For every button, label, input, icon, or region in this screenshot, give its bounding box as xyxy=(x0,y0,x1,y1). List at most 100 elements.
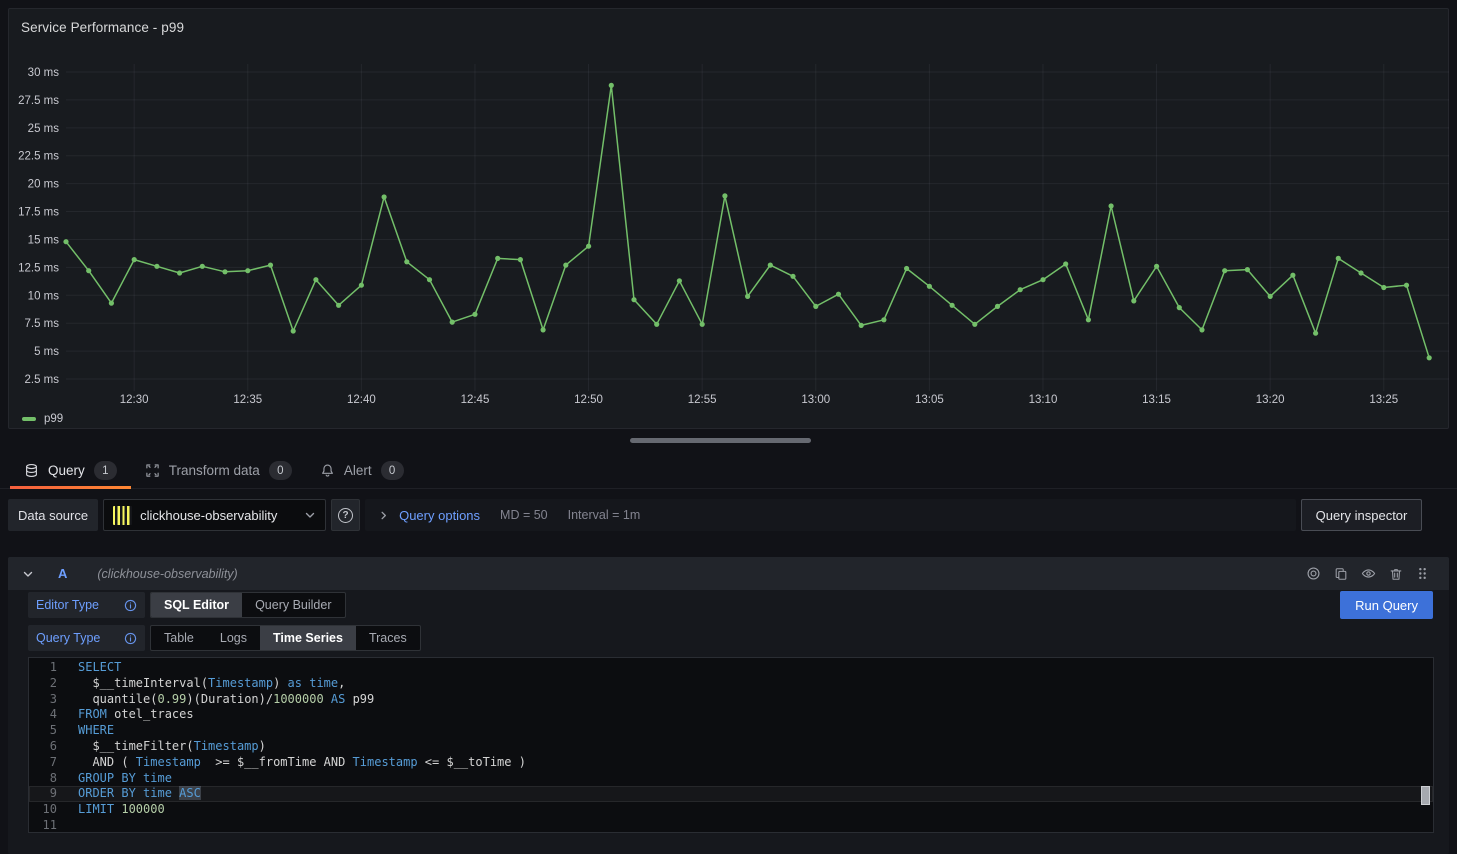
data-point xyxy=(586,244,591,249)
tab-alert-label: Alert xyxy=(344,463,372,478)
query-row-header[interactable]: A (clickhouse-observability) xyxy=(8,557,1449,590)
delete-query-trash-icon[interactable] xyxy=(1389,567,1403,581)
code-line-8[interactable]: 8GROUP BY time xyxy=(29,771,1433,787)
tab-transform-data[interactable]: Transform data 0 xyxy=(131,453,306,488)
data-point xyxy=(995,304,1000,309)
code-line-2[interactable]: 2 $__timeInterval(Timestamp) as time, xyxy=(29,676,1433,692)
line-number: 3 xyxy=(29,692,57,708)
line-number: 1 xyxy=(29,660,57,676)
data-point xyxy=(836,292,841,297)
data-point xyxy=(813,304,818,309)
tab-query[interactable]: Query 1 xyxy=(10,453,131,488)
datasource-row: Data source clickhouse-observability ? Q… xyxy=(8,499,1422,531)
editor-tabs: Query 1 Transform data 0 Alert 0 xyxy=(0,453,1457,489)
data-point xyxy=(1131,298,1136,303)
code-line-4[interactable]: 4FROM otel_traces xyxy=(29,707,1433,723)
editor-type-label-text: Editor Type xyxy=(36,598,99,612)
data-point xyxy=(109,301,114,306)
disable-query-icon[interactable] xyxy=(1306,566,1321,581)
help-icon: ? xyxy=(338,508,353,523)
query-type-group-option-time-series[interactable]: Time Series xyxy=(260,626,356,650)
data-point xyxy=(222,269,227,274)
data-point xyxy=(1313,331,1318,336)
drag-handle-icon[interactable] xyxy=(1416,567,1429,580)
y-tick-label: 2.5 ms xyxy=(24,374,59,386)
data-point xyxy=(359,283,364,288)
code-line-content: quantile(0.99)(Duration)/1000000 AS p99 xyxy=(57,692,374,708)
datasource-select[interactable]: clickhouse-observability xyxy=(103,499,326,531)
line-number: 2 xyxy=(29,676,57,692)
code-line-10[interactable]: 10LIMIT 100000 xyxy=(29,802,1433,818)
datasource-help-button[interactable]: ? xyxy=(331,499,360,531)
query-type-group-option-table[interactable]: Table xyxy=(151,626,207,650)
data-point xyxy=(200,264,205,269)
line-number: 11 xyxy=(29,818,57,833)
data-point xyxy=(472,312,477,317)
x-tick-label: 13:20 xyxy=(1256,394,1285,406)
editor-type-group-option-sql-editor[interactable]: SQL Editor xyxy=(151,593,242,617)
chevron-right-icon[interactable] xyxy=(378,510,389,521)
data-point xyxy=(1040,277,1045,282)
query-options-link[interactable]: Query options xyxy=(399,508,480,523)
x-tick-label: 13:15 xyxy=(1142,394,1171,406)
data-point xyxy=(86,268,91,273)
query-ref-id[interactable]: A xyxy=(58,566,67,581)
tab-transform-label: Transform data xyxy=(169,463,260,478)
tab-alert-count: 0 xyxy=(381,461,404,480)
data-point xyxy=(518,257,523,262)
data-point xyxy=(1154,264,1159,269)
code-line-7[interactable]: 7 AND ( Timestamp >= $__fromTime AND Tim… xyxy=(29,755,1433,771)
timeseries-panel: Service Performance - p99 30 ms27.5 ms25… xyxy=(8,8,1449,429)
tab-alert[interactable]: Alert 0 xyxy=(306,453,418,488)
data-point xyxy=(563,263,568,268)
code-line-5[interactable]: 5WHERE xyxy=(29,723,1433,739)
hide-response-eye-icon[interactable] xyxy=(1361,566,1376,581)
data-point xyxy=(63,239,68,244)
sql-code[interactable]: 1SELECT2 $__timeInterval(Timestamp) as t… xyxy=(29,658,1433,833)
code-line-9[interactable]: 9ORDER BY time ASC xyxy=(29,786,1433,802)
code-line-1[interactable]: 1SELECT xyxy=(29,660,1433,676)
duplicate-query-icon[interactable] xyxy=(1334,567,1348,581)
data-point xyxy=(972,322,977,327)
data-point xyxy=(1381,285,1386,290)
sql-code-editor[interactable]: 1SELECT2 $__timeInterval(Timestamp) as t… xyxy=(28,657,1434,833)
line-number: 9 xyxy=(29,786,57,802)
y-tick-label: 17.5 ms xyxy=(18,207,59,219)
data-point xyxy=(154,264,159,269)
query-type-group-option-logs[interactable]: Logs xyxy=(207,626,260,650)
code-line-content: FROM otel_traces xyxy=(57,707,194,723)
chart-legend[interactable]: p99 xyxy=(22,413,63,425)
timeseries-chart[interactable]: 30 ms27.5 ms25 ms22.5 ms20 ms17.5 ms15 m… xyxy=(9,9,1450,430)
collapse-chevron-icon[interactable] xyxy=(22,568,34,580)
editor-type-group-option-query-builder[interactable]: Query Builder xyxy=(242,593,344,617)
x-tick-label: 12:35 xyxy=(233,394,262,406)
data-point xyxy=(268,263,273,268)
info-icon[interactable] xyxy=(124,599,137,612)
data-point xyxy=(1404,283,1409,288)
y-tick-label: 25 ms xyxy=(28,123,60,135)
code-line-content: GROUP BY time xyxy=(57,771,172,787)
code-line-3[interactable]: 3 quantile(0.99)(Duration)/1000000 AS p9… xyxy=(29,692,1433,708)
query-options-section: Query options MD = 50 Interval = 1m xyxy=(365,499,1296,531)
data-point xyxy=(177,270,182,275)
code-line-6[interactable]: 6 $__timeFilter(Timestamp) xyxy=(29,739,1433,755)
data-point xyxy=(790,274,795,279)
data-point xyxy=(245,268,250,273)
x-tick-label: 12:45 xyxy=(461,394,490,406)
code-line-content: $__timeFilter(Timestamp) xyxy=(57,739,266,755)
code-line-11[interactable]: 11 xyxy=(29,818,1433,833)
editor-scrollbar-thumb[interactable] xyxy=(1421,786,1430,805)
info-icon[interactable] xyxy=(124,632,137,645)
legend-series-label: p99 xyxy=(44,413,63,425)
line-number: 6 xyxy=(29,739,57,755)
legend-series-swatch xyxy=(22,417,36,421)
query-type-group-option-traces[interactable]: Traces xyxy=(356,626,420,650)
query-inspector-button[interactable]: Query inspector xyxy=(1301,499,1422,531)
x-tick-label: 13:25 xyxy=(1369,394,1398,406)
data-point xyxy=(541,327,546,332)
data-point xyxy=(722,193,727,198)
horizontal-scrollbar[interactable] xyxy=(630,438,811,443)
data-point xyxy=(950,303,955,308)
run-query-button[interactable]: Run Query xyxy=(1340,591,1433,619)
data-point xyxy=(1109,203,1114,208)
